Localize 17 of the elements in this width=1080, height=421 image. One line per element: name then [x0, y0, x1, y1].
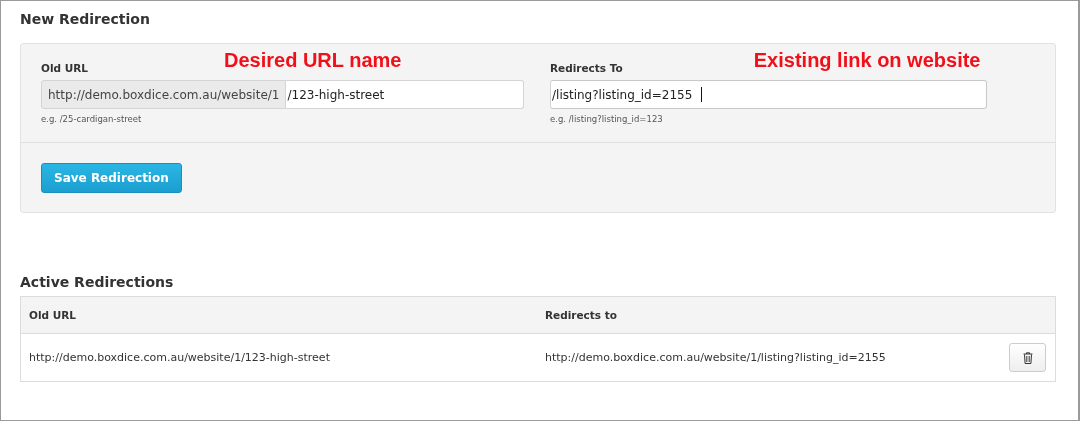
url-input[interactable]: /123-high-street — [286, 80, 524, 109]
table-cell-text: http://demo.boxdice.com.au/website/1/123-high-street — [28, 351, 331, 364]
table-cell-text: http://demo.boxdice.com.au/website/1/listing?listing_id=2155 — [544, 351, 887, 364]
url-input[interactable]: /listing?listing_id=2155 — [550, 80, 987, 109]
section-title: Active Redirections — [20, 274, 175, 292]
trash-icon — [1022, 351, 1033, 364]
url-prefix: http://demo.boxdice.com.au/website/1 — [41, 80, 287, 109]
field-label: Old URL — [41, 62, 88, 76]
field-hint: e.g. /25-cardigan-street — [41, 114, 143, 124]
annotation: Existing link on website — [753, 49, 981, 73]
field-label: Redirects To — [550, 62, 623, 76]
annotation: Desired URL name — [224, 49, 402, 73]
column-header: Redirects to — [544, 309, 618, 321]
column-header: Old URL — [28, 309, 77, 321]
section-title: New Redirection — [20, 11, 151, 29]
field-hint: e.g. /listing?listing_id=123 — [550, 114, 664, 124]
delete-button[interactable] — [1009, 343, 1046, 372]
